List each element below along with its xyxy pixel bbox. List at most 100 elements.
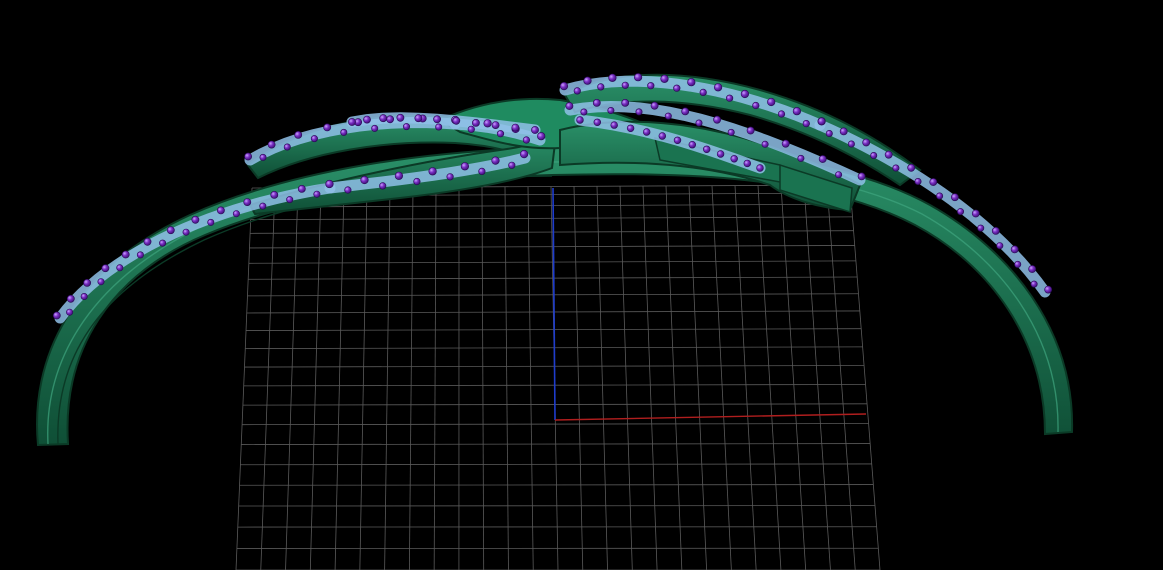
gemstone[interactable] — [286, 196, 294, 204]
gemstone[interactable] — [1044, 285, 1053, 294]
gemstone[interactable] — [402, 123, 410, 131]
gemstone[interactable] — [559, 81, 569, 91]
gemstone[interactable] — [870, 152, 878, 160]
gemstone[interactable] — [660, 74, 669, 83]
gemstone[interactable] — [379, 114, 388, 123]
gemstone[interactable] — [635, 108, 643, 116]
gemstone[interactable] — [951, 193, 959, 202]
3d-viewport[interactable] — [0, 0, 1163, 570]
gemstone[interactable] — [460, 162, 470, 171]
gemstone[interactable] — [730, 155, 738, 163]
gemstone[interactable] — [478, 167, 486, 175]
gemstone[interactable] — [259, 202, 267, 210]
gemstone[interactable] — [159, 239, 167, 247]
gemstone[interactable] — [621, 81, 629, 89]
gemstone[interactable] — [80, 292, 88, 300]
gemstone[interactable] — [344, 186, 352, 194]
gemstone[interactable] — [519, 150, 529, 159]
gemstone[interactable] — [496, 130, 505, 138]
gemstone[interactable] — [936, 192, 944, 200]
gemstone[interactable] — [740, 89, 750, 99]
gemstone[interactable] — [681, 107, 690, 116]
gemstone[interactable] — [650, 101, 659, 110]
gemstone[interactable] — [847, 140, 855, 148]
gemstone[interactable] — [66, 308, 74, 316]
gemstone[interactable] — [892, 164, 900, 172]
gemstone[interactable] — [576, 116, 584, 124]
gemstone[interactable] — [608, 73, 617, 82]
gemstone[interactable] — [467, 125, 475, 133]
gemstone[interactable] — [996, 242, 1004, 250]
gemstone[interactable] — [929, 178, 938, 186]
gemstone[interactable] — [191, 215, 200, 224]
gemstone[interactable] — [792, 107, 802, 116]
gemstone[interactable] — [597, 83, 605, 91]
gemstone[interactable] — [633, 73, 643, 82]
gemstone[interactable] — [756, 164, 764, 172]
gemstone[interactable] — [297, 184, 306, 193]
gemstone[interactable] — [323, 123, 332, 132]
gemstone[interactable] — [991, 226, 1000, 235]
gemstone[interactable] — [259, 153, 267, 161]
gemstone[interactable] — [216, 206, 225, 215]
gemstone[interactable] — [956, 208, 964, 216]
gemstone[interactable] — [699, 88, 707, 96]
gemstone[interactable] — [752, 101, 760, 110]
gemstone[interactable] — [522, 136, 531, 144]
gemstone[interactable] — [166, 226, 175, 235]
gemstone[interactable] — [531, 126, 539, 134]
gemstone[interactable] — [446, 173, 454, 181]
gemstone[interactable] — [348, 118, 356, 126]
gemstone[interactable] — [825, 130, 833, 138]
gemstone[interactable] — [182, 228, 190, 236]
gemstone[interactable] — [386, 115, 394, 124]
gemstone[interactable] — [592, 99, 601, 107]
gemstone[interactable] — [97, 278, 105, 286]
gemstone[interactable] — [727, 128, 735, 136]
gemstone[interactable] — [363, 115, 371, 124]
gemstone[interactable] — [66, 294, 75, 303]
gemstone[interactable] — [121, 250, 130, 259]
gemstone[interactable] — [116, 264, 124, 272]
gemstone[interactable] — [396, 113, 405, 122]
gemstone[interactable] — [283, 143, 291, 151]
gemstone[interactable] — [626, 124, 635, 133]
gemstone[interactable] — [537, 132, 546, 141]
gemstone[interactable] — [267, 140, 276, 149]
gemstone[interactable] — [610, 121, 618, 129]
gemstone[interactable] — [207, 218, 215, 226]
gemstone[interactable] — [52, 311, 61, 320]
gemstone[interactable] — [491, 121, 500, 129]
gemstone[interactable] — [360, 175, 369, 185]
gemstone[interactable] — [971, 209, 980, 218]
gemstone[interactable] — [862, 138, 871, 147]
gemstone[interactable] — [270, 190, 279, 199]
gemstone[interactable] — [713, 115, 721, 124]
gemstone[interactable] — [767, 97, 776, 107]
gemstone[interactable] — [452, 116, 461, 125]
gemstone[interactable] — [593, 118, 601, 127]
gemstone[interactable] — [743, 159, 751, 168]
gemstone[interactable] — [713, 83, 723, 92]
gemstone[interactable] — [83, 278, 91, 287]
gemstone[interactable] — [797, 154, 805, 162]
gemstone[interactable] — [607, 107, 615, 115]
gemstone[interactable] — [781, 139, 790, 148]
gemstone[interactable] — [1028, 265, 1037, 273]
gemstone[interactable] — [511, 123, 520, 132]
gemstone[interactable] — [977, 224, 985, 232]
gemstone[interactable] — [413, 177, 421, 186]
gemstone[interactable] — [101, 264, 110, 273]
gemstone[interactable] — [1014, 260, 1022, 268]
gemstone[interactable] — [310, 135, 318, 143]
gemstone[interactable] — [435, 123, 443, 131]
viewport-canvas[interactable] — [0, 0, 1163, 570]
gemstone[interactable] — [695, 119, 703, 127]
gemstone[interactable] — [508, 161, 516, 169]
gemstone[interactable] — [1030, 280, 1038, 288]
gemstone[interactable] — [642, 128, 651, 136]
gemstone[interactable] — [673, 84, 681, 92]
gemstone[interactable] — [688, 141, 696, 149]
gemstone[interactable] — [761, 140, 769, 148]
gemstone[interactable] — [907, 163, 916, 172]
